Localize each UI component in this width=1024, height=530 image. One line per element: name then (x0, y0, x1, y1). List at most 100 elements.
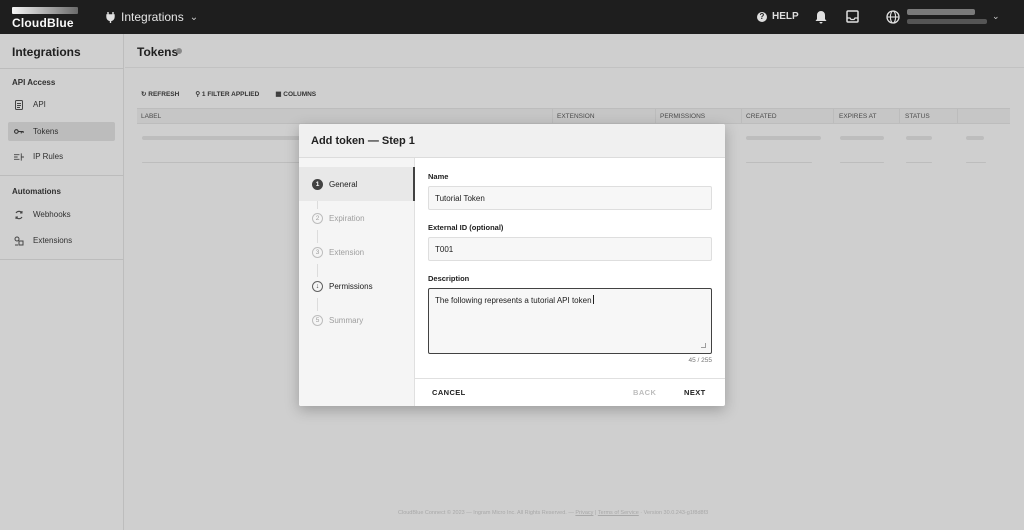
next-button[interactable]: NEXT (684, 388, 706, 397)
step-extension[interactable]: 3 Extension (299, 235, 415, 269)
column-header-expires-at[interactable]: EXPIRES AT (839, 113, 876, 120)
account-menu[interactable] (907, 9, 987, 24)
columns-label: COLUMNS (283, 91, 317, 98)
skeleton-row (906, 162, 932, 163)
sidebar-item-label: Webhooks (33, 210, 71, 219)
skeleton-row (142, 136, 302, 140)
external-id-field[interactable]: T001 (428, 237, 712, 261)
column-separator (957, 109, 958, 123)
column-header-permissions[interactable]: PERMISSIONS (660, 113, 705, 120)
sidebar-title: Integrations (12, 45, 81, 59)
sidebar-section-api-access: API Access (12, 78, 56, 87)
arrow-down-icon: ↓ (312, 280, 323, 292)
filter-label: 1 FILTER APPLIED (201, 91, 260, 98)
sidebar-divider (0, 68, 124, 69)
column-separator (552, 109, 553, 123)
description-field[interactable]: The following represents a tutorial API … (428, 288, 712, 354)
sidebar-item-label: API (33, 100, 46, 109)
sidebar-item-ip-rules[interactable]: IP Rules (8, 147, 115, 166)
dialog-actions: CANCEL BACK NEXT (415, 378, 725, 406)
column-header-label[interactable]: LABEL (141, 113, 161, 120)
skeleton-row (966, 162, 986, 163)
step-label: Expiration (329, 213, 365, 223)
step-label: General (329, 179, 358, 189)
column-header-created[interactable]: CREATED (746, 113, 777, 120)
back-button[interactable]: BACK (633, 388, 656, 397)
sidebar-item-extensions[interactable]: Extensions (8, 231, 115, 250)
info-icon[interactable] (176, 48, 182, 54)
sidebar-item-api[interactable]: API (8, 95, 115, 114)
column-separator (833, 109, 834, 123)
step-number: 3 (312, 246, 323, 258)
step-label: Permissions (329, 281, 373, 291)
step-general[interactable]: 1 General (299, 167, 415, 201)
key-icon (14, 127, 24, 137)
column-header-extension[interactable]: EXTENSION (557, 113, 595, 120)
globe-icon[interactable] (886, 10, 900, 24)
cloudblue-logo[interactable]: CloudBlue (12, 7, 78, 30)
document-icon (14, 99, 24, 110)
column-separator (741, 109, 742, 123)
column-separator (899, 109, 900, 123)
dialog-header: Add token — Step 1 (299, 124, 725, 158)
name-field[interactable]: Tutorial Token (428, 186, 712, 210)
chevron-down-icon: ⌄ (189, 11, 199, 23)
extension-icon (14, 236, 24, 246)
logo-bar (12, 7, 78, 14)
account-id-redacted (907, 19, 987, 24)
sidebar-item-label: Tokens (33, 127, 59, 136)
filter-button[interactable]: ⚲ 1 FILTER APPLIED (195, 90, 259, 98)
privacy-link[interactable]: Privacy (575, 510, 593, 516)
sidebar-section-automations: Automations (12, 187, 61, 196)
add-token-dialog: Add token — Step 1 1 General 2 Expiratio… (299, 124, 725, 406)
terms-link[interactable]: Terms of Service (598, 510, 639, 516)
name-label: Name (428, 172, 449, 181)
skeleton-row (746, 136, 821, 140)
account-chevron-down-icon[interactable]: ⌄ (992, 11, 1000, 22)
sidebar-divider (0, 259, 124, 260)
logo-text: CloudBlue (12, 16, 74, 30)
external-id-label: External ID (optional) (428, 223, 504, 232)
step-permissions[interactable]: ↓ Permissions (299, 269, 415, 303)
account-name-redacted (907, 9, 975, 15)
sidebar-item-label: Extensions (33, 236, 73, 245)
footer-copyright: CloudBlue Connect © 2023 — Ingram Micro … (398, 510, 576, 516)
description-text: The following represents a tutorial API … (435, 296, 592, 305)
cancel-button[interactable]: CANCEL (432, 388, 466, 397)
step-expiration[interactable]: 2 Expiration (299, 201, 415, 235)
page-title: Tokens (137, 45, 179, 59)
skeleton-row (906, 136, 932, 140)
table-toolbar: ↻ REFRESH ⚲ 1 FILTER APPLIED ▦ COLUMNS (141, 90, 316, 98)
skeleton-row (840, 162, 884, 163)
step-summary[interactable]: 5 Summary (299, 303, 415, 337)
module-label: Integrations (121, 10, 184, 24)
sidebar-item-label: IP Rules (33, 152, 64, 161)
skeleton-row (142, 162, 302, 163)
ip-rules-icon (14, 152, 24, 162)
page-header: Tokens (125, 34, 1024, 68)
resize-handle-icon[interactable] (701, 343, 706, 348)
plug-icon (106, 11, 115, 23)
bell-icon[interactable] (815, 10, 827, 24)
wizard-steps: 1 General 2 Expiration 3 Extension ↓ Per… (299, 158, 415, 406)
description-label: Description (428, 274, 470, 283)
step-number: 1 (312, 178, 323, 190)
help-button[interactable]: ? HELP (757, 11, 799, 22)
module-switcher[interactable]: Integrations ⌄ (106, 10, 198, 24)
sidebar-divider (0, 175, 124, 176)
description-counter: 45 / 255 (688, 357, 713, 364)
refresh-button[interactable]: ↻ REFRESH (141, 90, 179, 98)
footer: CloudBlue Connect © 2023 — Ingram Micro … (398, 510, 708, 516)
inbox-icon[interactable] (846, 10, 859, 23)
text-caret (592, 295, 594, 304)
columns-button[interactable]: ▦ COLUMNS (275, 90, 316, 98)
step-number: 5 (312, 314, 323, 326)
step-label: Summary (329, 315, 364, 325)
sidebar-item-tokens[interactable]: Tokens (8, 122, 115, 141)
help-label: HELP (772, 11, 799, 22)
top-bar: CloudBlue Integrations ⌄ ? HELP ⌄ (0, 0, 1024, 34)
webhook-icon (14, 210, 24, 220)
dialog-title: Add token — Step 1 (311, 135, 415, 147)
sidebar-item-webhooks[interactable]: Webhooks (8, 205, 115, 224)
column-header-status[interactable]: STATUS (905, 113, 930, 120)
